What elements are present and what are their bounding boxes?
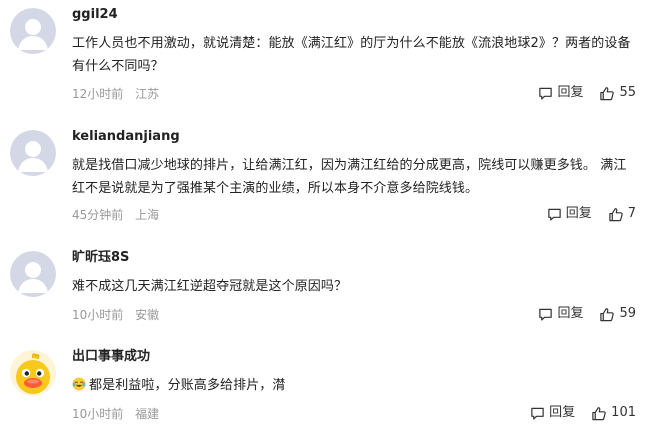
comment-location: 上海 [135, 208, 160, 222]
comment-username[interactable]: keliandanjiang [72, 128, 180, 146]
default-avatar-icon[interactable] [10, 130, 56, 176]
reply-label: 回复 [549, 405, 576, 420]
like-button[interactable]: 55 [599, 85, 636, 101]
like-button[interactable]: 59 [599, 306, 636, 322]
comment-location: 安徽 [135, 308, 160, 322]
comment-text: 都是利益啦，分账高多给排片，潸 [89, 378, 286, 393]
default-avatar-icon[interactable] [10, 8, 56, 54]
like-count: 7 [627, 206, 636, 221]
comment-time: 10小时前 [72, 407, 124, 421]
comment-meta: 10小时前 安徽 [72, 307, 159, 323]
comment-text: 就是找借口减少地球的排片，让给满江红，因为满江红给的分成更高，院线可以赚更多钱。… [72, 158, 627, 196]
comment-text: 难不成这几天满江红逆超夺冠就是这个原因吗？ [72, 279, 348, 294]
reply-button[interactable]: 回复 [547, 206, 592, 222]
comment-actions: 回复 55 [538, 85, 636, 101]
thumbs-up-icon [609, 207, 623, 221]
reply-label: 回复 [557, 306, 584, 321]
default-avatar-icon[interactable] [10, 251, 56, 297]
crying-laughing-emoji-icon [72, 377, 86, 391]
comment-actions: 回复 7 [547, 206, 636, 222]
comment-username[interactable]: ggil24 [72, 6, 118, 24]
comment-location: 江苏 [135, 87, 160, 101]
comment-meta: 10小时前 福建 [72, 406, 159, 422]
like-count: 59 [619, 306, 636, 321]
comment-time: 10小时前 [72, 308, 124, 322]
thumbs-up-icon [592, 406, 606, 420]
reply-button[interactable]: 回复 [538, 306, 583, 322]
thumbs-up-icon [600, 86, 615, 100]
comment-meta: 45分钟前 上海 [72, 207, 159, 223]
like-count: 101 [611, 405, 636, 420]
comment-meta: 12小时前 江苏 [72, 86, 159, 102]
duck-avatar-icon[interactable] [10, 350, 56, 396]
comment-bubble-icon [531, 407, 544, 420]
comment-bubble-icon [539, 308, 553, 321]
comment-time: 45分钟前 [72, 208, 124, 222]
comment-username[interactable]: 旷昕珏8S [72, 249, 129, 267]
comment-time: 12小时前 [72, 87, 124, 101]
reply-button[interactable]: 回复 [538, 85, 583, 101]
comment-bubble-icon [547, 208, 561, 221]
comment-bubble-icon [539, 87, 553, 100]
comment-actions: 回复 101 [530, 405, 636, 421]
comment-text-row: 都是利益啦，分账高多给排片，潸 [72, 374, 638, 397]
reply-button[interactable]: 回复 [530, 405, 575, 421]
comment-text: 工作人员也不用激动，就说清楚：能放《满江红》的厅为什么不能放《流浪地球2》？两者… [72, 36, 631, 74]
comment-location: 福建 [135, 407, 160, 421]
comment-username[interactable]: 出口事事成功 [72, 348, 150, 366]
like-count: 55 [619, 85, 636, 100]
comment-actions: 回复 59 [538, 306, 636, 322]
reply-label: 回复 [557, 85, 584, 100]
like-button[interactable]: 101 [591, 405, 636, 421]
thumbs-up-icon [600, 307, 615, 321]
reply-label: 回复 [565, 206, 592, 221]
like-button[interactable]: 7 [608, 206, 636, 222]
